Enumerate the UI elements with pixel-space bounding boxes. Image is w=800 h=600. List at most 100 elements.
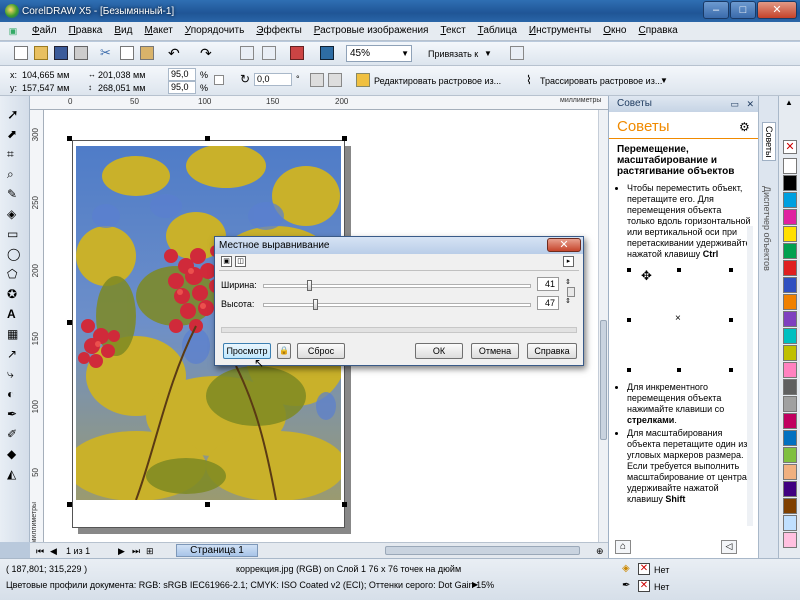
color-swatch[interactable] (783, 481, 797, 497)
vertical-scrollbar[interactable] (598, 110, 608, 542)
dimension-tool-icon[interactable]: ↗ (7, 346, 23, 362)
print-icon[interactable] (74, 46, 88, 60)
menu-view[interactable]: Вид (108, 22, 138, 40)
dialog-title-bar[interactable]: Местное выравнивание ✕ (215, 237, 583, 254)
redo-icon[interactable]: ↷ (200, 46, 214, 60)
selection-handle[interactable] (67, 502, 72, 507)
link-ratio-icon[interactable] (567, 287, 575, 297)
horizontal-scrollbar-thumb[interactable] (385, 546, 580, 555)
first-page-icon[interactable]: ⏮ (36, 545, 44, 557)
ellipse-tool-icon[interactable]: ◯ (7, 246, 23, 262)
snap-to-dropdown[interactable]: Привязать к (428, 48, 478, 60)
selection-handle[interactable] (67, 136, 72, 141)
scale-y-field[interactable]: 95,0 (168, 81, 196, 94)
mirror-horizontal-icon[interactable] (310, 73, 324, 87)
chevron-down-icon[interactable]: ▼ (660, 75, 668, 87)
menu-help[interactable]: Справка (633, 22, 684, 40)
selection-handle[interactable] (67, 320, 72, 325)
last-page-icon[interactable]: ⏭ (132, 545, 140, 557)
zoom-tool-icon[interactable]: ⌕ (7, 166, 23, 182)
color-swatch[interactable] (783, 243, 797, 259)
selection-handle[interactable] (205, 136, 210, 141)
color-swatch[interactable] (783, 345, 797, 361)
open-icon[interactable] (34, 46, 48, 60)
menu-layout[interactable]: Макет (138, 22, 178, 40)
vertical-ruler[interactable]: 300 250 200 150 100 50 миллиметры (30, 110, 44, 543)
color-swatch[interactable] (783, 311, 797, 327)
chevron-right-icon[interactable]: ▶ (472, 579, 478, 591)
blend-tool-icon[interactable]: ◐ (7, 386, 23, 402)
color-swatch[interactable] (783, 328, 797, 344)
lock-icon[interactable]: 🔒 (277, 343, 291, 359)
polygon-tool-icon[interactable]: ⬠ (7, 266, 23, 282)
color-swatch[interactable] (783, 447, 797, 463)
color-swatch[interactable] (783, 413, 797, 429)
height-slider-thumb[interactable] (313, 299, 319, 310)
color-swatch[interactable] (783, 158, 797, 174)
paste-icon[interactable] (140, 46, 154, 60)
color-swatch[interactable] (783, 362, 797, 378)
copy-icon[interactable] (120, 46, 134, 60)
minimize-button[interactable]: – (703, 1, 729, 19)
document-icon[interactable]: ▣ (0, 26, 26, 37)
connector-tool-icon[interactable]: ⤷ (7, 366, 23, 382)
welcome-screen-icon[interactable] (320, 46, 334, 60)
cut-icon[interactable]: ✂ (100, 46, 114, 60)
close-button[interactable]: ✕ (757, 1, 797, 19)
tab-tips[interactable]: Советы (762, 122, 776, 162)
scale-x-field[interactable]: 95,0 (168, 68, 196, 81)
palette-up-icon[interactable]: ▲ (785, 98, 793, 107)
reset-button[interactable]: Сброс (297, 343, 345, 359)
color-profile-info[interactable]: Цветовые профили документа: RGB: sRGB IE… (6, 579, 494, 591)
width-value-field[interactable]: 41 (537, 277, 559, 291)
pick-tool-icon[interactable]: ➚ (7, 106, 23, 122)
eyedropper-tool-icon[interactable]: ✒ (7, 406, 23, 422)
outline-none-swatch[interactable]: ✕ (638, 580, 650, 592)
height-stepper-icon[interactable]: ⇕ (565, 296, 571, 308)
import-icon[interactable] (240, 46, 254, 60)
color-swatch[interactable] (783, 175, 797, 191)
tab-object-manager[interactable]: Диспетчер объектов (762, 186, 772, 271)
mirror-vertical-icon[interactable] (328, 73, 342, 87)
menu-effects[interactable]: Эффекты (250, 22, 307, 40)
height-value-field[interactable]: 47 (537, 296, 559, 310)
color-swatch[interactable] (783, 396, 797, 412)
tab-page-1[interactable]: Страница 1 (176, 544, 258, 557)
lock-ratio-icon[interactable] (214, 75, 224, 85)
add-page-icon[interactable]: ⊞ (146, 545, 154, 557)
basic-shapes-tool-icon[interactable]: ✪ (7, 286, 23, 302)
no-color-swatch[interactable]: ✕ (783, 140, 797, 154)
zoom-combo[interactable]: 45% ▼ (346, 45, 412, 62)
selection-handle[interactable] (342, 136, 347, 141)
fill-none-swatch[interactable]: ✕ (638, 563, 650, 575)
horizontal-ruler[interactable]: 0 50 100 150 200 миллиметры (30, 96, 608, 110)
text-tool-icon[interactable]: A (7, 306, 23, 322)
hints-options-icon[interactable]: ⚙ (739, 120, 750, 134)
new-document-icon[interactable] (14, 46, 28, 60)
maximize-button[interactable]: □ (730, 1, 756, 19)
color-swatch[interactable] (783, 464, 797, 480)
docker-scrollbar[interactable] (747, 226, 753, 526)
height-slider[interactable] (263, 299, 531, 310)
save-icon[interactable] (54, 46, 68, 60)
undo-icon[interactable]: ↶ (168, 46, 182, 60)
color-swatch[interactable] (783, 209, 797, 225)
application-launcher-icon[interactable] (290, 46, 304, 60)
color-swatch[interactable] (783, 430, 797, 446)
rectangle-tool-icon[interactable]: ▭ (7, 226, 23, 242)
y-position-field[interactable]: 157,547 мм (22, 82, 69, 94)
interactive-fill-tool-icon[interactable]: ◭ (7, 466, 23, 482)
color-swatch[interactable] (783, 226, 797, 242)
help-button[interactable]: Справка (527, 343, 577, 359)
width-slider-thumb[interactable] (307, 280, 313, 291)
fill-tool-icon[interactable]: ◆ (7, 446, 23, 462)
color-swatch[interactable] (783, 260, 797, 276)
color-swatch[interactable] (783, 532, 797, 548)
selection-handle[interactable] (342, 502, 347, 507)
close-icon[interactable]: ✕ (547, 238, 581, 252)
trace-bitmap-button[interactable]: Трассировать растровое из... (540, 75, 662, 87)
menu-edit[interactable]: Правка (63, 22, 109, 40)
outline-tool-icon[interactable]: ✐ (7, 426, 23, 442)
menu-file[interactable]: Файл (26, 22, 63, 40)
next-page-icon[interactable]: ▶ (118, 545, 125, 557)
